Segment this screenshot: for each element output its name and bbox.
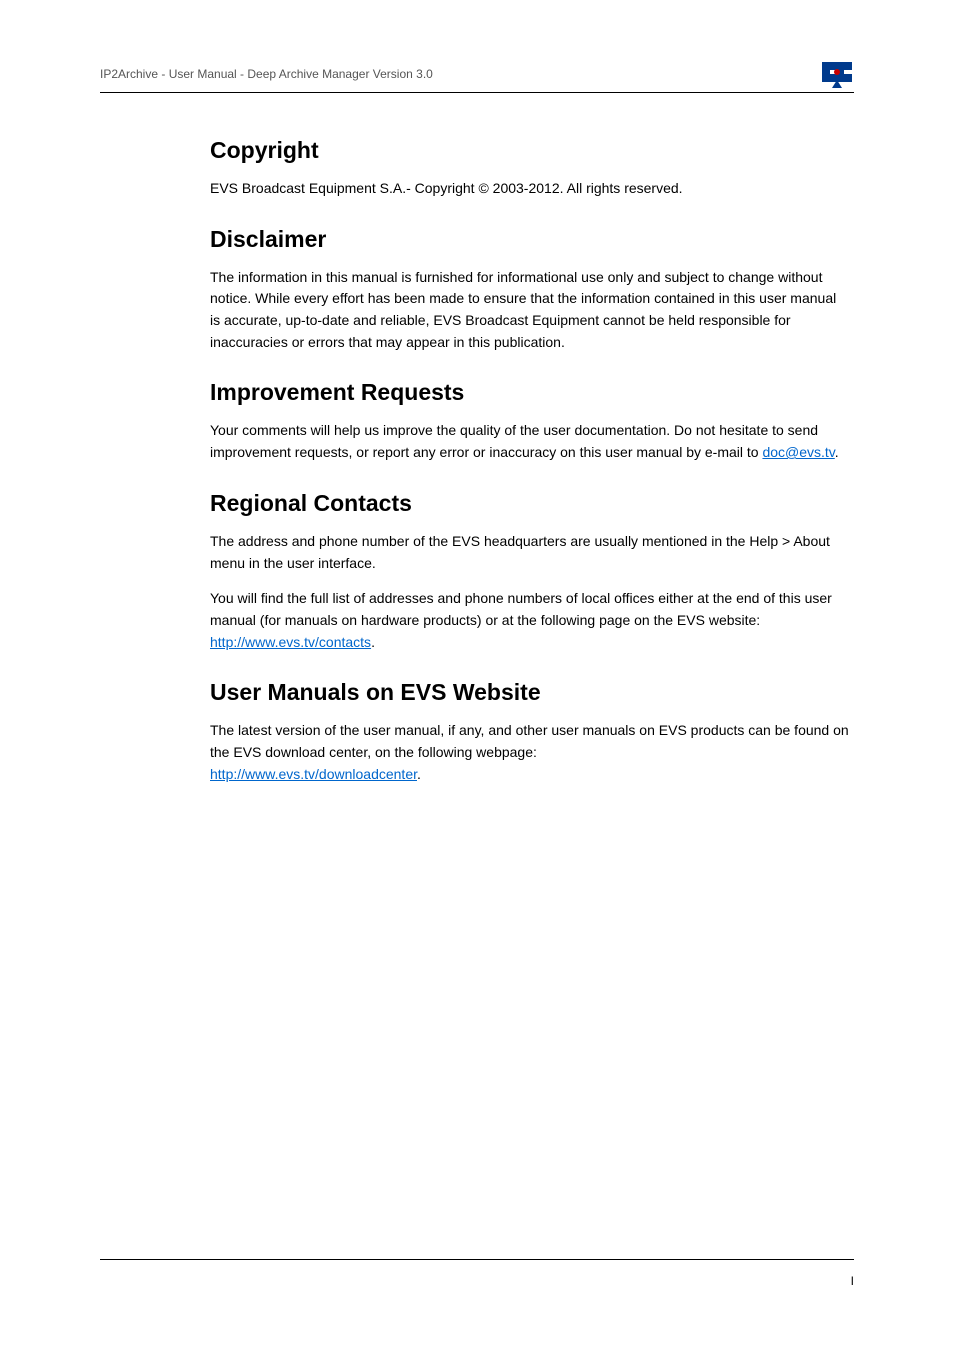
text-improvement-pre: Your comments will help us improve the q… <box>210 422 818 460</box>
content-area: Copyright EVS Broadcast Equipment S.A.- … <box>210 137 850 785</box>
paragraph-disclaimer: The information in this manual is furnis… <box>210 267 850 354</box>
evs-logo-icon <box>820 60 854 88</box>
footer-divider <box>100 1259 854 1260</box>
paragraph-regional-2: You will find the full list of addresses… <box>210 588 850 653</box>
header-breadcrumb: IP2Archive - User Manual - Deep Archive … <box>100 67 433 81</box>
link-doc-email[interactable]: doc@evs.tv <box>762 444 834 460</box>
link-evs-contacts[interactable]: http://www.evs.tv/contacts <box>210 634 371 650</box>
heading-user-manuals: User Manuals on EVS Website <box>210 679 850 706</box>
page-number: I <box>851 1274 854 1288</box>
paragraph-copyright: EVS Broadcast Equipment S.A.- Copyright … <box>210 178 850 200</box>
text-regional-2-post: . <box>371 634 375 650</box>
heading-regional-contacts: Regional Contacts <box>210 490 850 517</box>
heading-disclaimer: Disclaimer <box>210 226 850 253</box>
text-manuals-post: . <box>417 766 421 782</box>
heading-improvement-requests: Improvement Requests <box>210 379 850 406</box>
text-regional-2-pre: You will find the full list of addresses… <box>210 590 832 628</box>
page-container: IP2Archive - User Manual - Deep Archive … <box>0 0 954 1350</box>
paragraph-improvement: Your comments will help us improve the q… <box>210 420 850 463</box>
paragraph-manuals: The latest version of the user manual, i… <box>210 720 850 785</box>
heading-copyright: Copyright <box>210 137 850 164</box>
text-improvement-post: . <box>835 444 839 460</box>
page-header: IP2Archive - User Manual - Deep Archive … <box>100 60 854 88</box>
paragraph-regional-1: The address and phone number of the EVS … <box>210 531 850 574</box>
link-evs-downloadcenter[interactable]: http://www.evs.tv/downloadcenter <box>210 766 417 782</box>
text-manuals-pre: The latest version of the user manual, i… <box>210 722 849 760</box>
header-divider <box>100 92 854 93</box>
